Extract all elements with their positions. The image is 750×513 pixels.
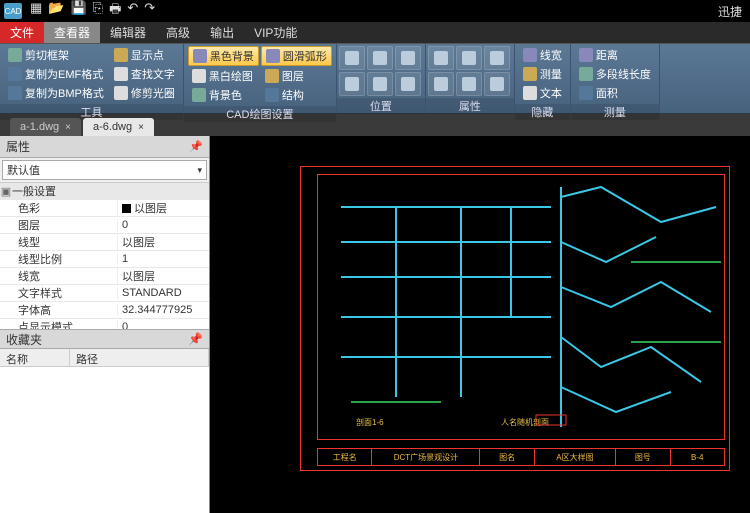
quick-access-toolbar: ▦ 📂 💾 ⎘ 🖶 ↶ ↷ [30, 0, 155, 22]
main-area: 属性 📌 默认值▾ ▣一般设置色彩以图层图层0线型以图层线型比例1线宽以图层文字… [0, 136, 750, 513]
attr-btn[interactable] [484, 72, 510, 96]
dwg-label: 剖面1-6 [356, 417, 384, 427]
print-icon[interactable]: 🖶 [109, 0, 121, 22]
prop-row[interactable]: 图层0 [0, 217, 209, 234]
ribbon: 剪切框架 复制为EMF格式 复制为BMP格式 显示点 查找文字 修剪光圈 工具 … [0, 44, 750, 114]
copy-bmp-button[interactable]: 复制为BMP格式 [4, 84, 108, 102]
smooth-arc-button[interactable]: 圆滑弧形 [261, 46, 332, 66]
tab-file[interactable]: 文件 [0, 22, 44, 43]
prop-row[interactable]: 字体高32.344777925 [0, 302, 209, 319]
show-points-button[interactable]: 显示点 [110, 46, 179, 64]
app-title: 迅捷 [155, 3, 746, 20]
title-block: 工程名 DCT广场景观设计 图名 A区大样图 图号 B-4 [317, 448, 725, 466]
pos-btn[interactable] [339, 72, 365, 96]
prop-row[interactable]: 线型以图层 [0, 234, 209, 251]
app-logo: CAD [4, 3, 22, 19]
group-label: 位置 [337, 98, 425, 114]
ribbon-group-hide: 线宽 测量 文本 隐藏 [515, 44, 571, 113]
tab-editor[interactable]: 编辑器 [100, 22, 156, 43]
save-icon[interactable]: 💾 [70, 0, 86, 22]
group-label: CAD绘图设置 [184, 106, 336, 122]
favorites-body [0, 367, 209, 513]
chevron-down-icon: ▾ [197, 165, 202, 176]
tb-cell: DCT广场景观设计 [371, 448, 479, 466]
attr-btn[interactable] [456, 72, 482, 96]
pin-icon[interactable]: 📌 [189, 140, 203, 153]
new-icon[interactable]: ▦ [30, 0, 42, 22]
pos-btn[interactable] [367, 46, 393, 70]
favorites-columns: 名称 路径 [0, 349, 209, 367]
ribbon-group-position: 位置 [337, 44, 426, 113]
attr-btn[interactable] [428, 72, 454, 96]
group-label: 属性 [426, 98, 514, 114]
lineweight-button[interactable]: 线宽 [519, 46, 566, 64]
favorites-header[interactable]: 收藏夹 📌 [0, 329, 209, 349]
attr-btn[interactable] [484, 46, 510, 70]
bg-color-button[interactable]: 背景色 [188, 86, 259, 104]
prop-row[interactable]: 文字样式STANDARD [0, 285, 209, 302]
pos-btn[interactable] [339, 46, 365, 70]
selector-dropdown[interactable]: 默认值▾ [2, 160, 207, 180]
copy-emf-button[interactable]: 复制为EMF格式 [4, 65, 108, 83]
color-swatch [122, 204, 131, 213]
properties-list: ▣一般设置色彩以图层图层0线型以图层线型比例1线宽以图层文字样式STANDARD… [0, 182, 209, 329]
clip-frame-button[interactable]: 剪切框架 [4, 46, 108, 64]
menu-bar: 文件 查看器 编辑器 高级 输出 VIP功能 [0, 22, 750, 44]
close-icon[interactable]: × [138, 122, 144, 133]
tb-cell: 工程名 [317, 448, 371, 466]
pos-btn[interactable] [395, 72, 421, 96]
attr-btn[interactable] [428, 46, 454, 70]
cad-drawing: 剖面1-6 人名随机剖面 [301, 167, 731, 472]
tb-cell: B-4 [670, 448, 725, 466]
tab-advanced[interactable]: 高级 [156, 22, 200, 43]
ribbon-group-cad-settings: 黑色背景 黑白绘图 背景色 圆滑弧形 图层 结构 CAD绘图设置 [184, 44, 337, 113]
drawing-frame: 剖面1-6 人名随机剖面 工程名 DCT广场景观设计 图名 A区大样图 图号 B… [300, 166, 730, 471]
attr-btn[interactable] [456, 46, 482, 70]
panel-header: 属性 📌 [0, 136, 209, 158]
col-name[interactable]: 名称 [0, 349, 70, 366]
group-label: 隐藏 [515, 104, 570, 120]
open-icon[interactable]: 📂 [48, 0, 64, 22]
saveas-icon[interactable]: ⎘ [93, 0, 103, 22]
redo-icon[interactable]: ↷ [144, 0, 155, 22]
tab-viewer[interactable]: 查看器 [44, 22, 100, 43]
text-button[interactable]: 文本 [519, 84, 566, 102]
ribbon-group-tools: 剪切框架 复制为EMF格式 复制为BMP格式 显示点 查找文字 修剪光圈 工具 [0, 44, 184, 113]
prop-row[interactable]: 色彩以图层 [0, 200, 209, 217]
area-button[interactable]: 面积 [575, 84, 655, 102]
close-icon[interactable]: × [65, 122, 71, 133]
find-text-button[interactable]: 查找文字 [110, 65, 179, 83]
black-bg-button[interactable]: 黑色背景 [188, 46, 259, 66]
measure-button[interactable]: 测量 [519, 65, 566, 83]
prop-row[interactable]: 线宽以图层 [0, 268, 209, 285]
tb-cell: 图号 [615, 448, 669, 466]
distance-button[interactable]: 距离 [575, 46, 655, 64]
prop-row[interactable]: 点显示模式0 [0, 319, 209, 329]
structure-button[interactable]: 结构 [261, 86, 332, 104]
trim-aperture-button[interactable]: 修剪光圈 [110, 84, 179, 102]
pos-btn[interactable] [367, 72, 393, 96]
title-bar: CAD ▦ 📂 💾 ⎘ 🖶 ↶ ↷ 迅捷 [0, 0, 750, 22]
file-tab[interactable]: a-6.dwg× [83, 118, 154, 136]
polyline-length-button[interactable]: 多段线长度 [575, 65, 655, 83]
tb-cell: A区大样图 [534, 448, 615, 466]
ribbon-group-attributes: 属性 [426, 44, 515, 113]
drawing-canvas[interactable]: 剖面1-6 人名随机剖面 工程名 DCT广场景观设计 图名 A区大样图 图号 B… [210, 136, 750, 513]
tb-cell: 图名 [479, 448, 533, 466]
layers-button[interactable]: 图层 [261, 67, 332, 85]
group-label: 测量 [571, 104, 659, 120]
file-tab[interactable]: a-1.dwg× [10, 118, 81, 136]
properties-panel: 属性 📌 默认值▾ ▣一般设置色彩以图层图层0线型以图层线型比例1线宽以图层文字… [0, 136, 210, 513]
tab-output[interactable]: 输出 [200, 22, 244, 43]
prop-row[interactable]: 线型比例1 [0, 251, 209, 268]
pos-btn[interactable] [395, 46, 421, 70]
col-path[interactable]: 路径 [70, 349, 209, 366]
ribbon-group-measure: 距离 多段线长度 面积 测量 [571, 44, 660, 113]
bw-draw-button[interactable]: 黑白绘图 [188, 67, 259, 85]
tab-vip[interactable]: VIP功能 [244, 22, 307, 43]
undo-icon[interactable]: ↶ [127, 0, 138, 22]
collapse-icon[interactable]: ▣ [0, 185, 12, 198]
prop-category[interactable]: ▣一般设置 [0, 183, 209, 200]
pin-icon[interactable]: 📌 [188, 332, 203, 346]
